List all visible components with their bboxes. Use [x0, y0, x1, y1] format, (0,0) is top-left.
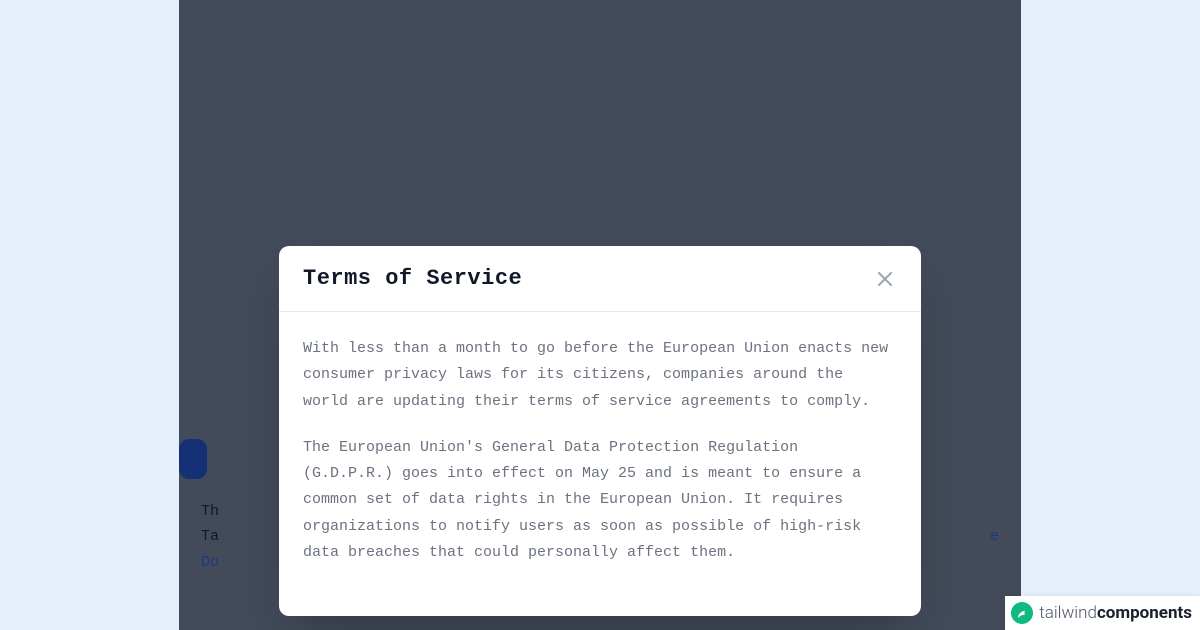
terms-modal: Terms of Service With less than a month … [279, 246, 921, 616]
modal-title: Terms of Service [303, 266, 522, 291]
watermark-brand-bold: components [1097, 603, 1192, 623]
modal-paragraph: The European Union's General Data Protec… [303, 435, 897, 566]
leaf-icon [1011, 602, 1033, 624]
close-icon [878, 272, 892, 286]
close-button[interactable] [873, 267, 897, 291]
modal-body: With less than a month to go before the … [279, 312, 921, 616]
modal-header: Terms of Service [279, 246, 921, 312]
watermark: tailwindcomponents [1005, 596, 1200, 630]
watermark-brand-light: tailwind [1039, 603, 1097, 623]
app-stage: Th Ta e Do Terms of Service With less th… [179, 0, 1021, 630]
modal-paragraph: With less than a month to go before the … [303, 336, 897, 415]
